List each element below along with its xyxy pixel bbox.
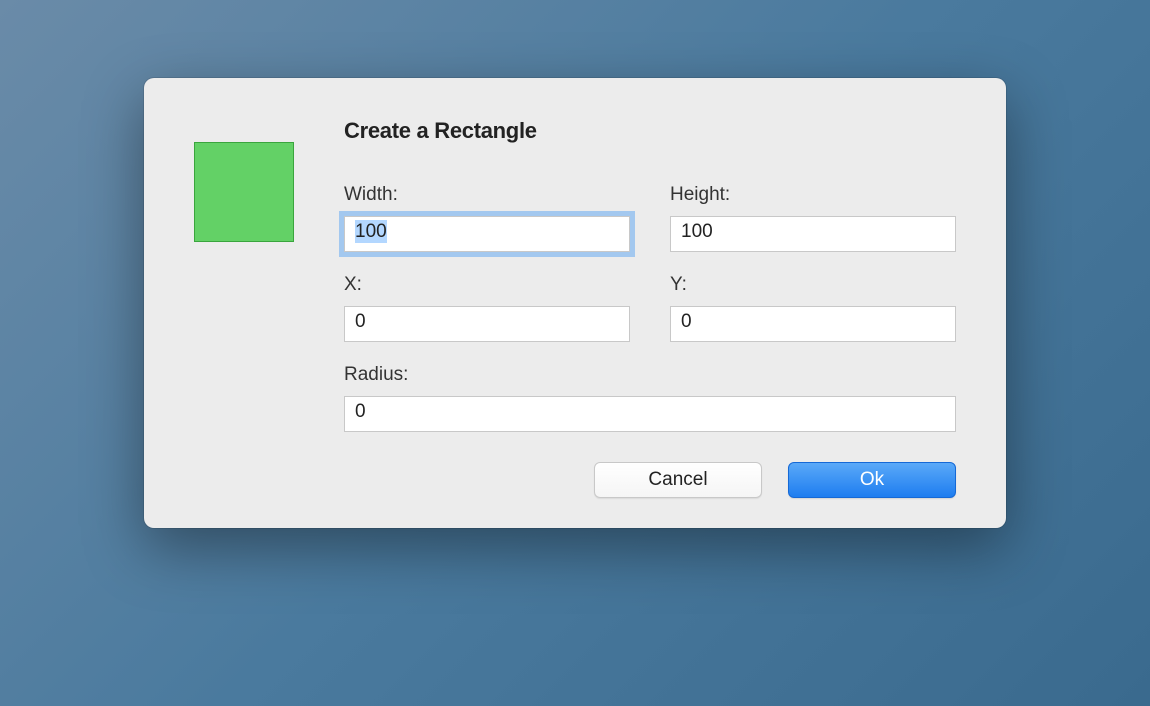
width-label: Width: (344, 184, 630, 206)
x-label: X: (344, 274, 630, 296)
radius-label: Radius: (344, 364, 956, 386)
radius-input[interactable]: 0 (344, 396, 956, 432)
x-input[interactable]: 0 (344, 306, 630, 342)
form-column: Create a Rectangle Width: 100 Height: 10… (344, 118, 956, 498)
height-input[interactable]: 100 (670, 216, 956, 252)
ok-button[interactable]: Ok (788, 462, 956, 498)
y-input[interactable]: 0 (670, 306, 956, 342)
create-rectangle-dialog: Create a Rectangle Width: 100 Height: 10… (144, 78, 1006, 528)
y-label: Y: (670, 274, 956, 296)
cancel-button[interactable]: Cancel (594, 462, 762, 498)
rectangle-preview-icon (194, 142, 294, 242)
preview-column (194, 118, 294, 498)
width-input[interactable]: 100 (344, 216, 630, 252)
dialog-title: Create a Rectangle (344, 118, 956, 144)
height-label: Height: (670, 184, 956, 206)
